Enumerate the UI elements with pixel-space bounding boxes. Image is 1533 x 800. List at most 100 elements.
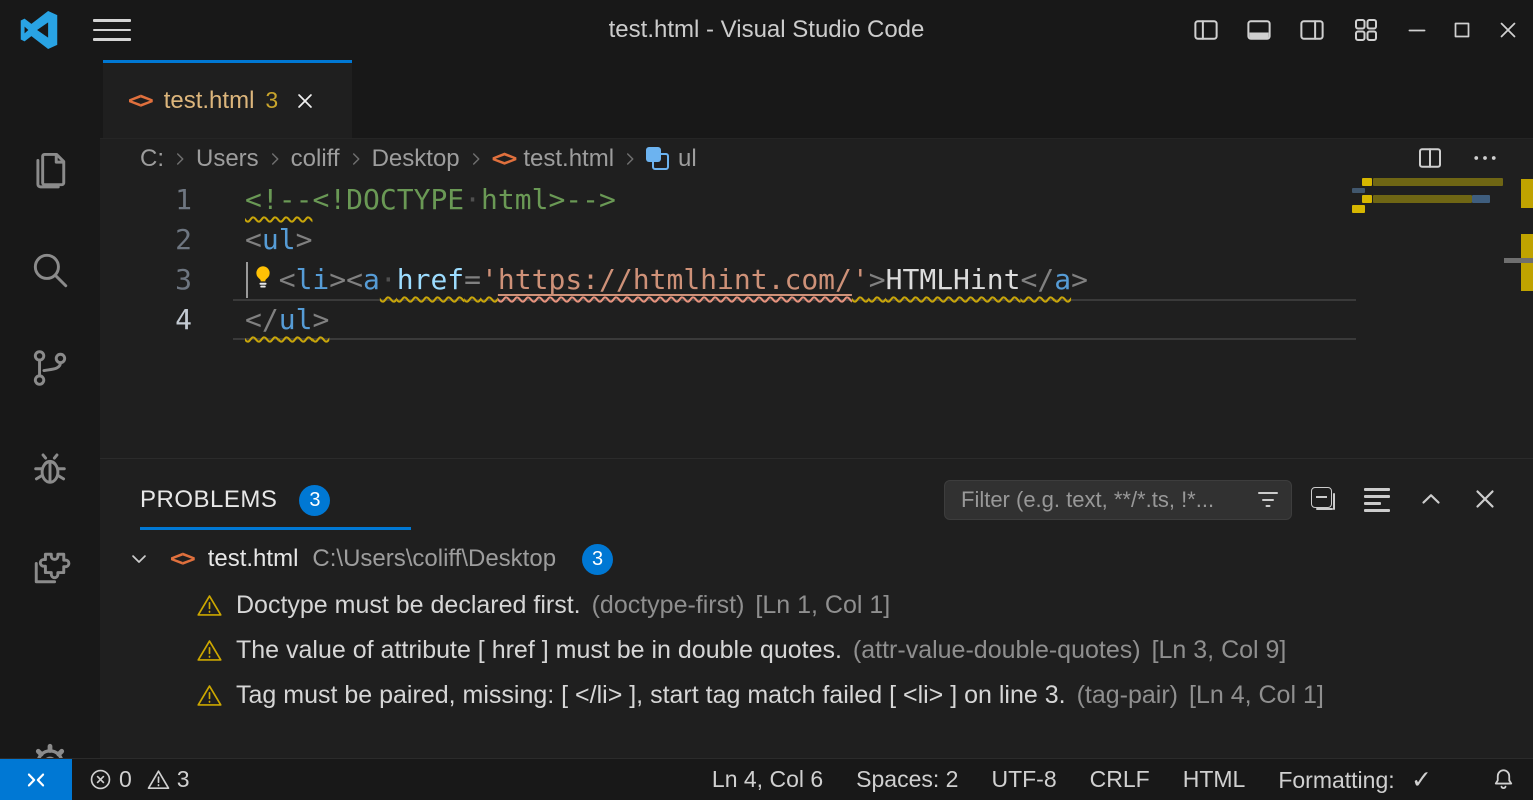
code-token: html>--> [481,183,616,216]
problems-file-group[interactable]: <> test.html C:\Users\coliff\Desktop 3 [100,537,1533,581]
minimap-warning-mark [1362,178,1372,186]
close-tab-icon[interactable] [292,88,318,114]
error-icon [88,767,113,792]
customize-layout-button[interactable] [1350,14,1382,46]
breadcrumb-coliff[interactable]: coliff [291,145,340,173]
breadcrumb: C: Users coliff Desktop <> test.html ul [100,138,1533,180]
view-as-table-icon[interactable] [1362,484,1392,514]
code-token: ul [279,303,313,336]
minimap-warning-mark [1352,205,1365,213]
chevron-right-icon [619,148,641,170]
code-token: = [464,263,481,296]
vscode-logo-icon [20,11,58,49]
breadcrumb-desktop[interactable]: Desktop [372,145,460,173]
problem-row[interactable]: Doctype must be declared first. (doctype… [100,583,1533,628]
tab-bar: <> test.html 3 [100,60,1533,139]
code-token: a [1054,263,1071,296]
formatting-status[interactable]: Formatting: ✓ [1278,765,1432,795]
maximize-button[interactable] [1446,14,1478,46]
symbol-element-icon [646,147,670,171]
menu-icon[interactable] [93,19,131,41]
problem-rule: (attr-value-double-quotes) [853,636,1141,665]
warning-count: 3 [177,766,190,793]
breadcrumb-file[interactable]: test.html [523,145,614,173]
code-token: < [346,263,363,296]
problem-location: [Ln 1, Col 1] [755,591,890,620]
tab-test-html[interactable]: <> test.html 3 [103,60,352,138]
warning-icon [196,637,223,664]
code-token: > [1071,263,1088,296]
code-token: <!-- [245,183,312,216]
code-link[interactable]: https://htmlhint.com/ [498,263,852,296]
problem-message: Tag must be paired, missing: [ </li> ], … [236,681,1066,710]
remote-indicator[interactable] [0,759,72,800]
html-file-icon: <> [492,146,516,172]
lightbulb-icon[interactable] [249,263,277,291]
problem-message: The value of attribute [ href ] must be … [236,636,842,665]
overview-ruler-warning [1521,179,1533,208]
search-icon[interactable] [28,248,72,292]
minimap-line-mark [1352,188,1365,193]
explorer-icon[interactable] [28,148,72,192]
source-control-icon[interactable] [28,346,72,390]
problems-filter-input[interactable] [959,486,1253,514]
language-mode-status[interactable]: HTML [1183,766,1246,793]
code-token: href [397,263,464,296]
text-cursor [246,262,248,298]
run-debug-icon[interactable] [28,446,72,490]
problems-file-name: test.html [208,545,299,573]
problems-panel: PROBLEMS 3 [100,458,1533,759]
minimap-line-mark [1472,195,1490,203]
chevron-down-icon[interactable] [126,546,152,572]
breadcrumb-users[interactable]: Users [196,145,259,173]
problems-file-path: C:\Users\coliff\Desktop [312,545,556,573]
indentation-status[interactable]: Spaces: 2 [856,766,958,793]
code-token: </ [245,303,279,336]
toggle-panel-button[interactable] [1243,14,1275,46]
line-number: 4 [100,300,192,340]
status-bar: 0 3 Ln 4, Col 6 Spaces: 2 UTF-8 CRLF HTM… [0,758,1533,800]
line-number: 3 [100,260,192,300]
notifications-bell-icon[interactable] [1490,766,1517,793]
html-file-icon: <> [128,88,152,114]
chevron-right-icon [465,148,487,170]
code-text: <!--<!DOCTYPE·html>--> [245,180,616,220]
close-window-button[interactable] [1492,14,1524,46]
minimize-button[interactable] [1401,14,1433,46]
breadcrumb-symbol[interactable]: ul [678,145,697,173]
encoding-status[interactable]: UTF-8 [991,766,1056,793]
code-token: li [296,263,330,296]
eol-status[interactable]: CRLF [1090,766,1150,793]
tab-problems-count: 3 [265,87,278,114]
problem-row[interactable]: The value of attribute [ href ] must be … [100,628,1533,673]
file-problems-badge: 3 [582,544,613,575]
toggle-secondary-sidebar-button[interactable] [1296,14,1328,46]
errors-warnings-status[interactable]: 0 3 [88,759,204,800]
code-text: </ul> [245,300,329,340]
code-token: · [464,183,481,216]
maximize-panel-icon[interactable] [1416,484,1446,514]
toggle-primary-sidebar-button[interactable] [1190,14,1222,46]
warning-icon [146,767,171,792]
overview-ruler-cursor [1504,258,1533,263]
minimap-warning-mark [1362,195,1372,203]
minimap[interactable] [1352,178,1503,218]
editor-area: <> test.html 3 C: Users coliff [100,60,1533,758]
code-token: https://htmlhint.com/ [498,263,852,296]
tab-problems[interactable]: PROBLEMS 3 [140,471,330,529]
problem-location: [Ln 3, Col 9] [1152,636,1287,665]
extensions-icon[interactable] [28,546,72,590]
activity-bar [0,60,101,758]
code-line-2[interactable]: 2<ul> [100,220,1533,260]
overview-ruler-warning [1521,262,1533,291]
collapse-all-icon[interactable] [1308,484,1338,514]
code-line-1[interactable]: 1<!--<!DOCTYPE·html>--> [100,180,1533,220]
code-editor[interactable]: 1<!--<!DOCTYPE·html>-->2<ul>3 <li><a·hre… [100,180,1533,458]
close-panel-icon[interactable] [1470,484,1500,514]
code-line-3[interactable]: 3 <li><a·href='https://htmlhint.com/'>HT… [100,260,1533,300]
chevron-right-icon [169,148,191,170]
breadcrumb-drive[interactable]: C: [140,145,164,173]
problem-row[interactable]: Tag must be paired, missing: [ </li> ], … [100,673,1533,718]
cursor-position-status[interactable]: Ln 4, Col 6 [712,766,823,793]
code-line-4[interactable]: 4 </ul> [100,300,1533,340]
